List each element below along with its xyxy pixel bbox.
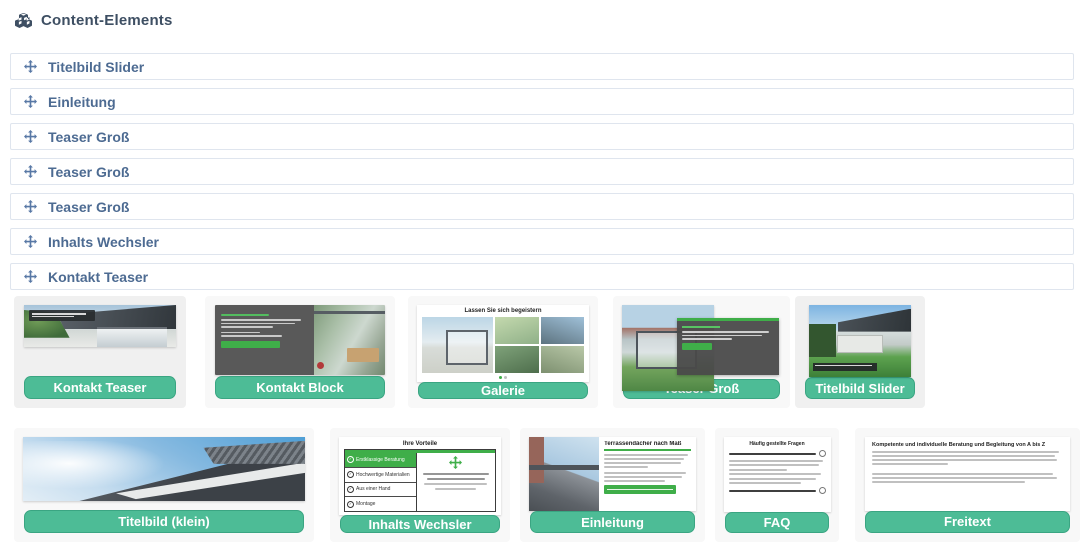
move-icon[interactable] <box>24 165 37 178</box>
check-circle-icon: ✓ <box>347 501 354 508</box>
element-row-label: Teaser Groß <box>48 199 129 215</box>
add-kontakt-block-button[interactable]: Kontakt Block <box>215 376 385 399</box>
element-row-label: Inhalts Wechsler <box>48 234 159 250</box>
check-circle-icon: ✓ <box>347 486 354 493</box>
add-inhalts-wechsler-button[interactable]: Inhalts Wechsler <box>340 515 500 533</box>
faq-preview: Häufig gestellte Fragen <box>724 437 831 512</box>
teaser-overlay-box <box>677 318 779 375</box>
preview-title: Kompetente und individuelle Beratung und… <box>872 442 1063 448</box>
titelbild-klein-preview <box>23 437 305 501</box>
element-row-label: Titelbild Slider <box>48 59 144 75</box>
add-faq-button[interactable]: FAQ <box>725 512 829 533</box>
move-icon[interactable] <box>24 130 37 143</box>
element-row-label: Teaser Groß <box>48 129 129 145</box>
inhalts-wechsler-preview: Ihre Vorteile ✓Erstklassige Beratung ✓Ho… <box>339 437 501 515</box>
advantage-item: ✓Erstklassige Beratung <box>345 453 416 468</box>
add-titelbild-klein-button[interactable]: Titelbild (klein) <box>24 510 304 533</box>
kontakt-teaser-preview <box>24 305 176 347</box>
check-circle-icon: ✓ <box>347 471 354 478</box>
preview-title: Ihre Vorteile <box>344 440 496 448</box>
teaser-gross-preview <box>622 305 782 379</box>
element-row-teaser-gross-2[interactable]: Teaser Groß <box>10 158 1074 185</box>
einleitung-preview: Terrassendächer nach Maß <box>529 437 696 511</box>
library-card-einleitung: Terrassendächer nach Maß Einleitung <box>520 428 705 542</box>
element-row-label: Teaser Groß <box>48 164 129 180</box>
cubes-icon <box>14 12 33 29</box>
preview-title: Terrassendächer nach Maß <box>604 441 691 448</box>
check-circle-icon: ✓ <box>347 456 354 463</box>
move-icon[interactable] <box>24 60 37 73</box>
add-kontakt-teaser-button[interactable]: Kontakt Teaser <box>24 376 176 399</box>
freitext-preview: Kompetente und individuelle Beratung und… <box>865 437 1070 511</box>
element-row-list: Titelbild Slider Einleitung Teaser Groß … <box>10 53 1074 298</box>
library-card-kontakt-block: Kontakt Block <box>205 296 395 408</box>
element-row-label: Kontakt Teaser <box>48 269 148 285</box>
library-card-galerie: Lassen Sie sich begeistern Galerie <box>408 296 598 408</box>
circle-icon <box>819 487 826 494</box>
circle-icon <box>819 450 826 457</box>
preview-title: Häufig gestellte Fragen <box>729 441 826 447</box>
element-row-teaser-gross-3[interactable]: Teaser Groß <box>10 193 1074 220</box>
library-card-faq: Häufig gestellte Fragen FAQ <box>715 428 839 542</box>
preview-caption-overlay <box>813 363 877 371</box>
faq-question-row <box>729 487 826 494</box>
element-row-inhalts-wechsler[interactable]: Inhalts Wechsler <box>10 228 1074 255</box>
move-icon[interactable] <box>24 270 37 283</box>
add-einleitung-button[interactable]: Einleitung <box>530 511 695 533</box>
element-row-einleitung[interactable]: Einleitung <box>10 88 1074 115</box>
advantage-item: ✓Hochwertige Materialien <box>345 468 416 483</box>
library-card-titelbild-slider: Titelbild Slider <box>795 296 925 408</box>
library-card-freitext: Kompetente und individuelle Beratung und… <box>855 428 1080 542</box>
move-icon[interactable] <box>24 235 37 248</box>
faq-question-row <box>729 450 826 457</box>
add-galerie-button[interactable]: Galerie <box>418 382 588 399</box>
advantage-detail-panel <box>417 453 496 511</box>
preview-caption-overlay <box>29 310 95 321</box>
move-icon[interactable] <box>24 95 37 108</box>
advantage-item: ✓Montage <box>345 497 416 511</box>
arrows-icon <box>449 456 462 469</box>
add-freitext-button[interactable]: Freitext <box>865 511 1070 533</box>
move-icon[interactable] <box>24 200 37 213</box>
library-card-kontakt-teaser: Kontakt Teaser <box>14 296 186 408</box>
library-card-titelbild-klein: Titelbild (klein) <box>14 428 314 542</box>
advantage-list: ✓Erstklassige Beratung ✓Hochwertige Mate… <box>345 453 417 511</box>
galerie-preview: Lassen Sie sich begeistern <box>417 305 589 382</box>
element-row-kontakt-teaser[interactable]: Kontakt Teaser <box>10 263 1074 290</box>
advantage-item: ✓Aus einer Hand <box>345 483 416 498</box>
element-row-teaser-gross-1[interactable]: Teaser Groß <box>10 123 1074 150</box>
page-header: Content-Elements <box>14 12 173 29</box>
preview-title: Lassen Sie sich begeistern <box>422 308 584 315</box>
content-elements-page: Content-Elements Titelbild Slider Einlei… <box>0 0 1084 553</box>
element-row-titelbild-slider[interactable]: Titelbild Slider <box>10 53 1074 80</box>
page-title: Content-Elements <box>41 12 173 29</box>
add-titelbild-slider-button[interactable]: Titelbild Slider <box>805 377 915 399</box>
library-card-teaser-gross: Teaser Groß <box>613 296 790 408</box>
element-row-label: Einleitung <box>48 94 116 110</box>
preview-cta-button <box>604 485 676 494</box>
titelbild-slider-preview <box>809 305 911 377</box>
slider-dots <box>422 376 584 379</box>
library-card-inhalts-wechsler: Ihre Vorteile ✓Erstklassige Beratung ✓Ho… <box>330 428 510 542</box>
kontakt-block-preview <box>215 305 385 375</box>
